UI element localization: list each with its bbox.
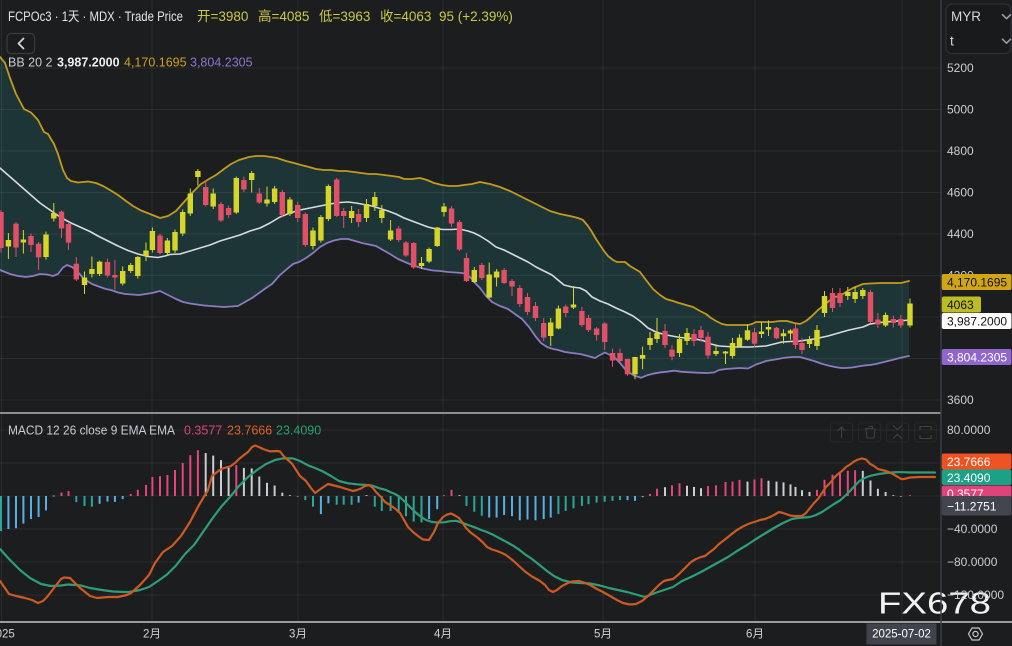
svg-text:3,804.2305: 3,804.2305 [947,351,1007,365]
svg-text:4800: 4800 [947,144,974,158]
svg-text:2025-07-02: 2025-07-02 [872,629,931,641]
svg-text:23.7666: 23.7666 [947,455,991,469]
svg-text:2025: 2025 [0,629,15,641]
svg-text:5月: 5月 [594,629,612,641]
svg-text:−80.0000: −80.0000 [947,555,998,569]
svg-text:4600: 4600 [947,186,974,200]
svg-text:5200: 5200 [947,61,974,75]
svg-text:FCPOc3 · 1天 · MDX · Trade Pric: FCPOc3 · 1天 · MDX · Trade Price [8,9,183,24]
svg-text:4月: 4月 [434,629,452,641]
svg-text:4,170.1695: 4,170.1695 [124,56,187,70]
svg-text:6月: 6月 [746,629,764,641]
svg-text:4400: 4400 [947,227,974,241]
svg-text:95 (+2.39%): 95 (+2.39%) [439,9,513,24]
svg-text:高=4085: 高=4085 [258,8,309,24]
svg-text:4,170.1695: 4,170.1695 [947,276,1007,290]
svg-text:3,804.2305: 3,804.2305 [190,56,253,70]
svg-text:低=3963: 低=3963 [319,9,370,24]
svg-text:收=4063: 收=4063 [380,9,431,24]
svg-text:5000: 5000 [947,103,974,117]
svg-text:−40.0000: −40.0000 [947,522,998,536]
svg-text:80.0000: 80.0000 [947,423,991,437]
svg-text:3月: 3月 [289,629,307,641]
svg-text:2月: 2月 [143,629,161,641]
svg-text:BB 20 2: BB 20 2 [8,56,53,70]
svg-text:0.3577: 0.3577 [184,424,222,438]
svg-text:23.4090: 23.4090 [276,424,321,438]
svg-text:MACD 12 26 close 9 EMA EMA: MACD 12 26 close 9 EMA EMA [8,424,176,438]
svg-text:−120.0000: −120.0000 [947,588,1004,602]
svg-text:开=3980: 开=3980 [197,9,248,24]
svg-text:3,987.2000: 3,987.2000 [57,56,120,70]
svg-text:−11.2751: −11.2751 [947,499,997,513]
svg-text:23.7666: 23.7666 [227,424,272,438]
svg-text:4063: 4063 [947,298,974,312]
svg-text:t: t [950,34,954,49]
svg-text:MYR: MYR [951,9,981,24]
svg-text:3600: 3600 [947,393,974,407]
svg-text:23.4090: 23.4090 [947,471,991,485]
svg-text:3,987.2000: 3,987.2000 [947,315,1007,329]
